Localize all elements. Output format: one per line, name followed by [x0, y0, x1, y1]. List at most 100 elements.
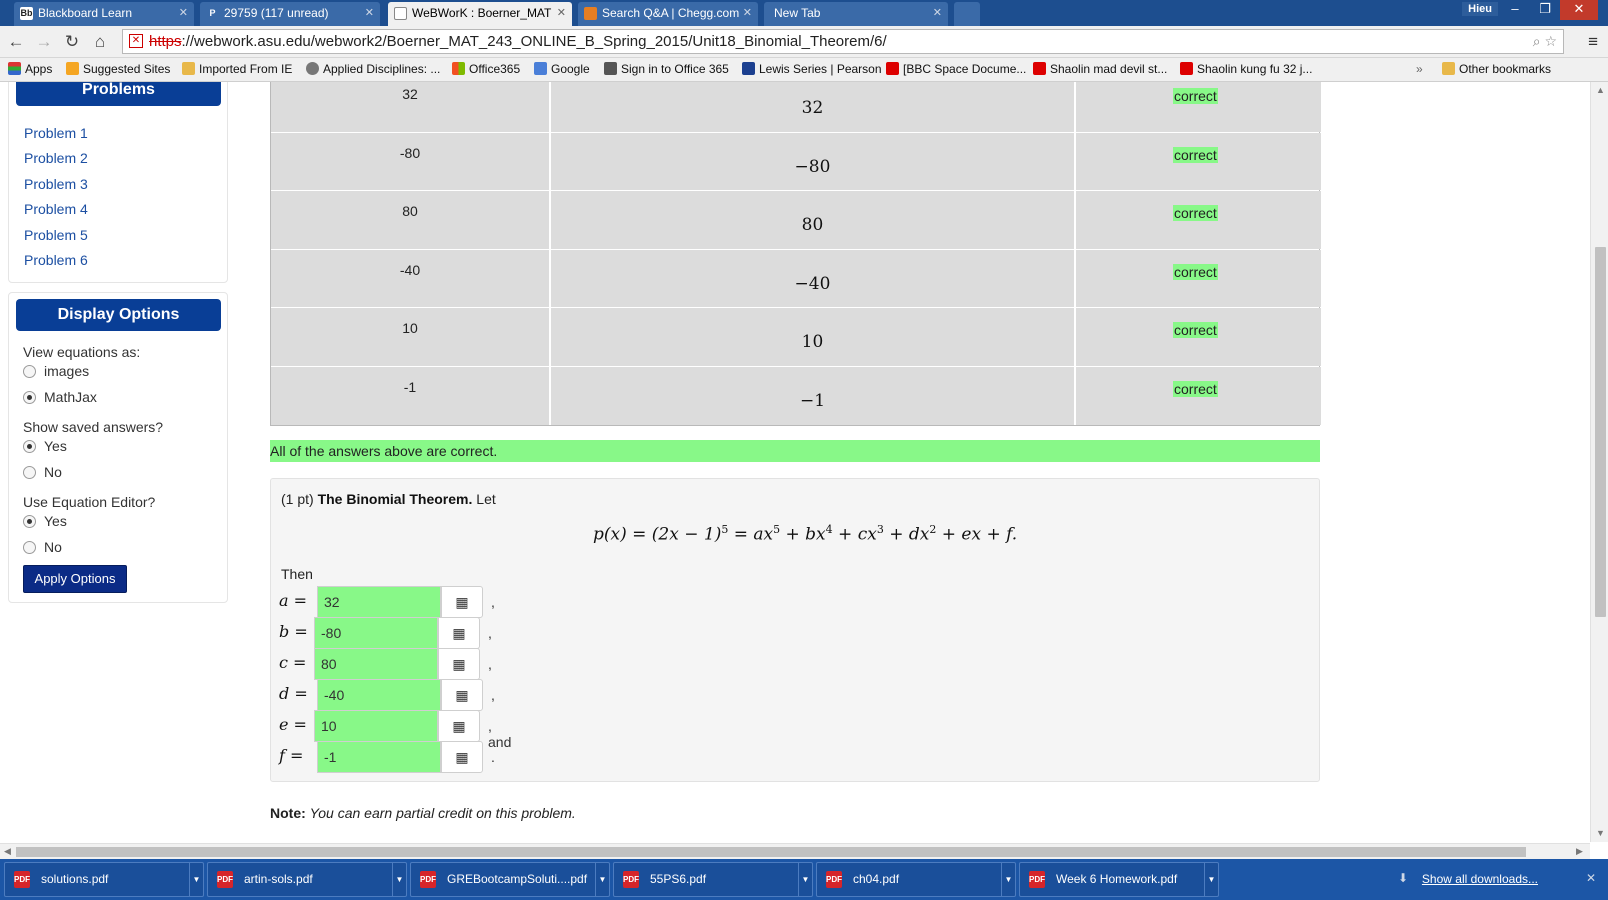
chrome-menu-icon[interactable]: ≡ [1588, 32, 1598, 52]
bookmark-imported-from-ie[interactable]: Imported From IE [182, 62, 292, 76]
download-item[interactable]: PDF Week 6 Homework.pdf ▼ [1019, 862, 1219, 897]
insecure-x-icon[interactable]: ✕ [129, 34, 143, 48]
problem-link-5[interactable]: Problem 5 [24, 227, 88, 243]
chevron-down-icon[interactable]: ▼ [189, 863, 203, 896]
bookmark-star-icon[interactable]: ☆ [1544, 33, 1557, 49]
scroll-left-arrow-icon[interactable]: ◀ [4, 846, 11, 857]
entered-value: -1 [403, 378, 417, 395]
chevron-down-icon[interactable]: ▼ [798, 863, 812, 896]
scroll-right-arrow-icon[interactable]: ▶ [1576, 846, 1583, 857]
bookmark-label: Apps [25, 62, 53, 76]
forward-arrow-icon[interactable]: → [34, 32, 54, 52]
new-tab-button[interactable] [954, 2, 980, 26]
tab-webwork[interactable]: WeBWorK : Boerner_MAT ✕ [388, 2, 572, 26]
profile-user-label[interactable]: Hieu [1462, 2, 1498, 16]
show-all-downloads-link[interactable]: Show all downloads... [1422, 872, 1538, 886]
bookmark-shaolin-kung-fu[interactable]: Shaolin kung fu 32 j... [1180, 62, 1312, 76]
equation-editor-grid-icon[interactable]: ▦ [441, 741, 483, 773]
equation-editor-grid-icon[interactable]: ▦ [438, 617, 480, 649]
bookmark-applied-disciplines[interactable]: Applied Disciplines: ... [306, 62, 440, 76]
answer-input-c[interactable]: 80 [314, 648, 438, 680]
problem-link-2[interactable]: Problem 2 [24, 150, 88, 166]
close-downloads-bar-icon[interactable]: ✕ [1586, 871, 1596, 885]
minimize-button[interactable]: – [1500, 0, 1530, 20]
bookmark-office365[interactable]: Office365 [452, 62, 520, 76]
close-window-button[interactable]: ✕ [1560, 0, 1598, 20]
radio-editor-yes[interactable]: Yes [23, 513, 67, 529]
restore-button[interactable]: ❐ [1530, 0, 1560, 20]
bookmark-apps[interactable]: Apps [8, 62, 52, 76]
answer-input-e[interactable]: 10 [314, 710, 438, 742]
radio-saved-no[interactable]: No [23, 464, 62, 480]
chevron-down-icon[interactable]: ▼ [1204, 863, 1218, 896]
download-item[interactable]: PDF solutions.pdf ▼ [4, 862, 204, 897]
radio-mathjax[interactable]: MathJax [23, 389, 97, 405]
download-item[interactable]: PDF 55PS6.pdf ▼ [613, 862, 813, 897]
problem-link-1[interactable]: Problem 1 [24, 125, 88, 141]
bookmarks-bar: Apps Suggested Sites Imported From IE Ap… [0, 58, 1608, 82]
bookmark-shaolin-mad-devil[interactable]: Shaolin mad devil st... [1033, 62, 1167, 76]
separator: . [491, 749, 495, 765]
equation-editor-grid-icon[interactable]: ▦ [438, 710, 480, 742]
more-bookmarks-chevron-icon[interactable]: » [1416, 62, 1423, 76]
back-arrow-icon[interactable]: ← [6, 32, 26, 52]
google-icon [534, 62, 547, 75]
close-tab-icon[interactable]: ✕ [743, 2, 752, 24]
equation-editor-grid-icon[interactable]: ▦ [441, 679, 483, 711]
reload-icon[interactable]: ↻ [62, 32, 82, 52]
answer-input-f[interactable]: -1 [317, 741, 441, 773]
status-badge: correct [1173, 380, 1218, 397]
problem-link-4[interactable]: Problem 4 [24, 201, 88, 217]
download-item[interactable]: PDF GREBootcampSoluti....pdf ▼ [410, 862, 610, 897]
table-row: -1 −1 correct [271, 365, 1321, 425]
tab-blackboard[interactable]: Bb Blackboard Learn ✕ [14, 2, 194, 26]
problem-link-3[interactable]: Problem 3 [24, 176, 88, 192]
chevron-down-icon[interactable]: ▼ [392, 863, 406, 896]
close-tab-icon[interactable]: ✕ [933, 2, 942, 24]
radio-editor-no[interactable]: No [23, 539, 62, 555]
answer-preview: −40 [794, 273, 831, 294]
radio-circle [23, 541, 36, 554]
bookmark-suggested-sites[interactable]: Suggested Sites [66, 62, 170, 76]
answer-input-b[interactable]: -80 [314, 617, 438, 649]
bookmark-lewis-series[interactable]: Lewis Series | Pearson [742, 62, 882, 76]
variable-label: b = [279, 622, 308, 641]
answer-input-d[interactable]: -40 [317, 679, 441, 711]
radio-images[interactable]: images [23, 363, 89, 379]
equation-editor-grid-icon[interactable]: ▦ [441, 586, 483, 618]
close-tab-icon[interactable]: ✕ [179, 2, 188, 24]
scroll-up-arrow-icon[interactable]: ▲ [1596, 85, 1605, 95]
bookmark-bbc-space[interactable]: [BBC Space Docume... [886, 62, 1026, 76]
chevron-down-icon[interactable]: ▼ [1001, 863, 1015, 896]
close-tab-icon[interactable]: ✕ [557, 2, 566, 24]
horizontal-scroll-thumb[interactable] [16, 847, 1526, 857]
chevron-down-icon[interactable]: ▼ [595, 863, 609, 896]
download-item[interactable]: PDF ch04.pdf ▼ [816, 862, 1016, 897]
vertical-scrollbar[interactable]: ▲ ▼ [1590, 82, 1608, 842]
tab-new[interactable]: New Tab ✕ [764, 2, 948, 26]
url-scheme: https [149, 33, 182, 50]
answer-input-a[interactable]: 32 [317, 586, 441, 618]
bookmark-other-bookmarks[interactable]: Other bookmarks [1442, 62, 1551, 76]
table-row: 32 32 correct [271, 82, 1321, 132]
close-tab-icon[interactable]: ✕ [365, 2, 374, 24]
address-bar[interactable]: ✕ https://webwork.asu.edu/webwork2/Boern… [122, 29, 1564, 54]
radio-saved-yes[interactable]: Yes [23, 438, 67, 454]
home-icon[interactable]: ⌂ [90, 32, 110, 52]
zoom-magnifier-icon[interactable]: ⌕ [1533, 33, 1541, 49]
separator: , [491, 594, 495, 610]
apply-options-button[interactable]: Apply Options [23, 565, 127, 593]
scroll-down-arrow-icon[interactable]: ▼ [1596, 828, 1605, 838]
formula-part: + cx [832, 524, 877, 545]
bookmark-google[interactable]: Google [534, 62, 590, 76]
bookmark-label: Office365 [469, 62, 521, 76]
radio-label: MathJax [44, 389, 97, 405]
vertical-scroll-thumb[interactable] [1595, 247, 1606, 617]
tab-piazza[interactable]: P 29759 (117 unread) ✕ [200, 2, 380, 26]
download-item[interactable]: PDF artin-sols.pdf ▼ [207, 862, 407, 897]
horizontal-scrollbar[interactable]: ◀ ▶ [0, 843, 1590, 859]
problem-link-6[interactable]: Problem 6 [24, 252, 88, 268]
tab-chegg[interactable]: Search Q&A | Chegg.com ✕ [578, 2, 758, 26]
bookmark-sign-in-office[interactable]: Sign in to Office 365 [604, 62, 729, 76]
equation-editor-grid-icon[interactable]: ▦ [438, 648, 480, 680]
